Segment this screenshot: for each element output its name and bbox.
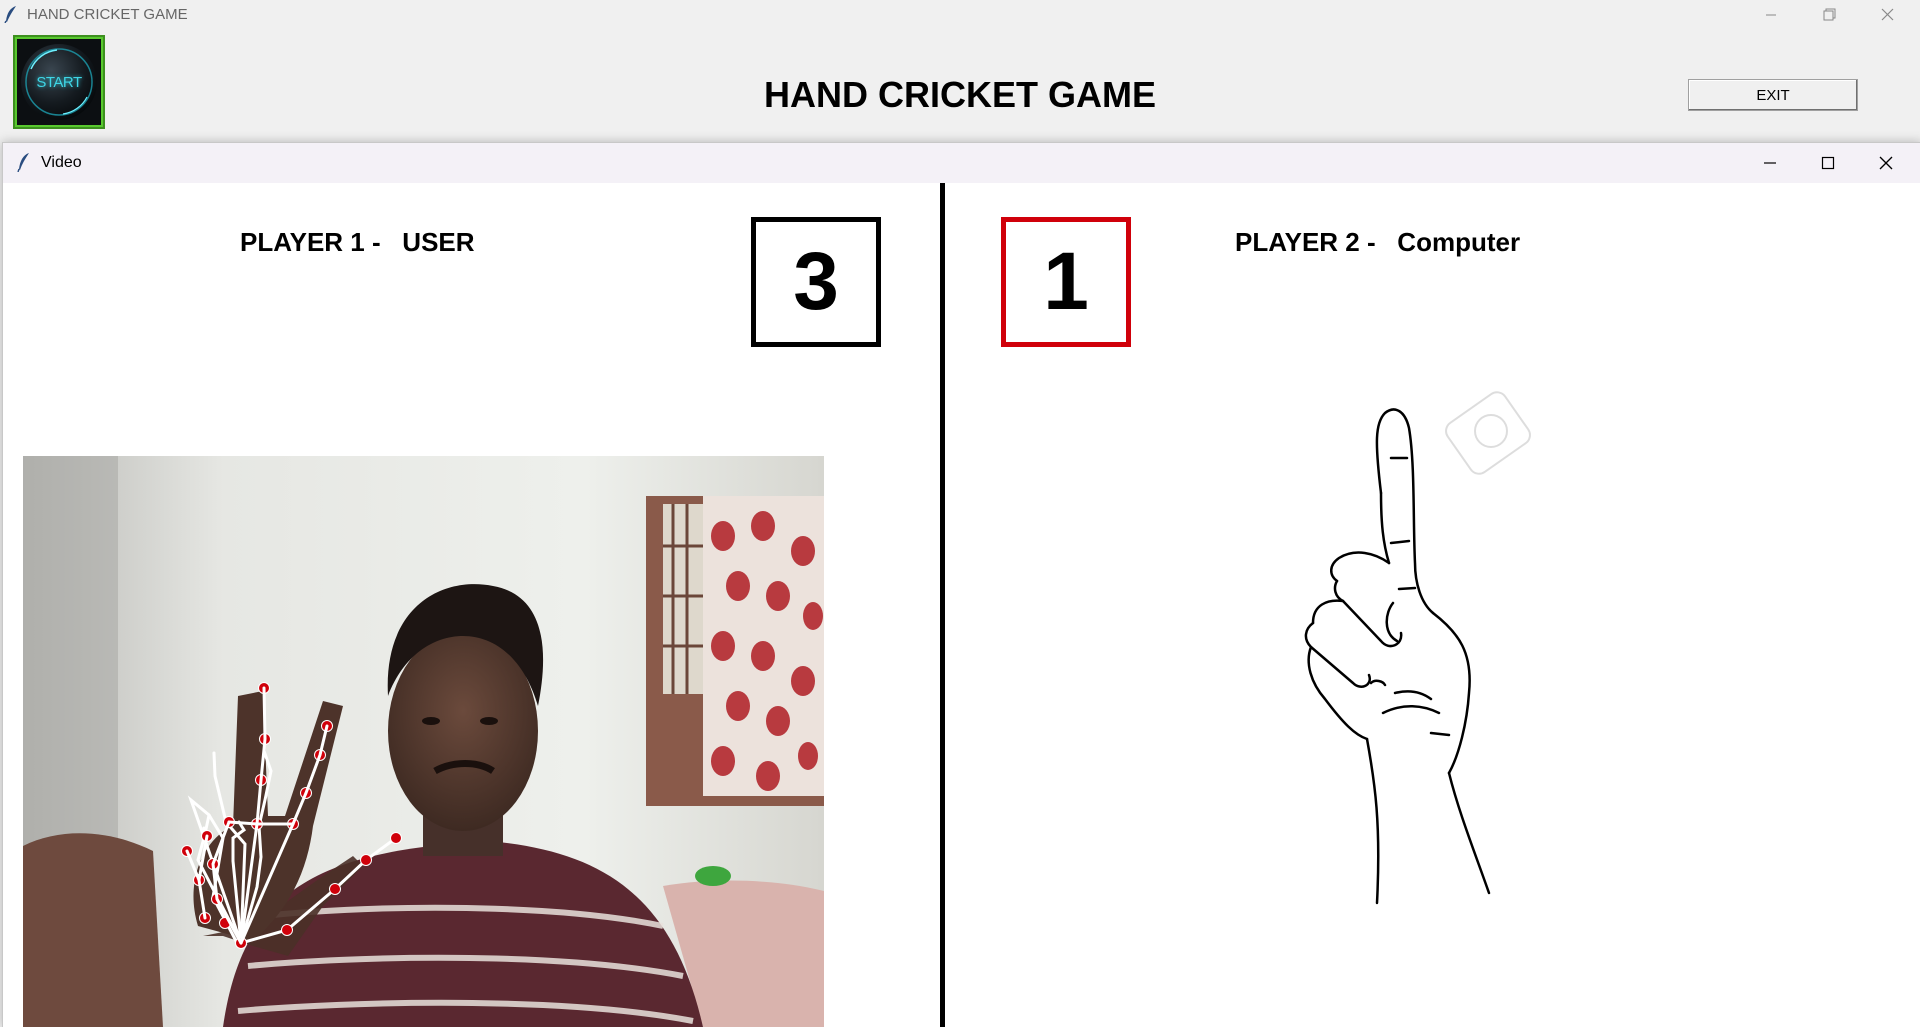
video-window-title: Video	[41, 154, 82, 171]
restore-icon	[1823, 8, 1835, 21]
page-title: HAND CRICKET GAME	[764, 74, 1156, 115]
start-button-face: START	[17, 39, 101, 125]
exit-button[interactable]: EXIT	[1688, 79, 1858, 111]
minimize-icon	[1766, 14, 1776, 15]
start-button[interactable]: START	[13, 35, 105, 129]
close-icon	[1879, 156, 1893, 170]
window-title: HAND CRICKET GAME	[27, 6, 188, 23]
player1-label: PLAYER 1 - USER	[240, 227, 475, 257]
minimize-button[interactable]	[1742, 0, 1800, 29]
close-button[interactable]	[1858, 0, 1916, 29]
minimize-icon	[1764, 162, 1776, 164]
player2-label: PLAYER 2 - Computer	[1235, 227, 1521, 257]
webcam-feed	[23, 456, 824, 1027]
feather-app-icon	[17, 153, 29, 172]
video-close-button[interactable]	[1857, 143, 1915, 183]
restore-button[interactable]	[1800, 0, 1858, 29]
video-window: Video PLAYER 1 - USER 3 1 PLAYER 2 - Com…	[2, 142, 1920, 1027]
main-titlebar: HAND CRICKET GAME	[0, 0, 1920, 29]
webcam-image	[23, 456, 824, 1027]
video-maximize-button[interactable]	[1799, 143, 1857, 183]
panel-divider	[940, 183, 945, 1027]
feather-app-icon	[4, 6, 16, 23]
maximize-icon	[1821, 156, 1835, 170]
player1-score-box: 3	[751, 217, 881, 347]
video-minimize-button[interactable]	[1741, 143, 1799, 183]
start-button-label: START	[36, 73, 82, 91]
player2-score-box: 1	[1001, 217, 1131, 347]
computer-hand-one-finger-illustration	[1304, 391, 1531, 905]
video-titlebar[interactable]: Video	[3, 143, 1920, 183]
close-icon	[1881, 8, 1893, 21]
